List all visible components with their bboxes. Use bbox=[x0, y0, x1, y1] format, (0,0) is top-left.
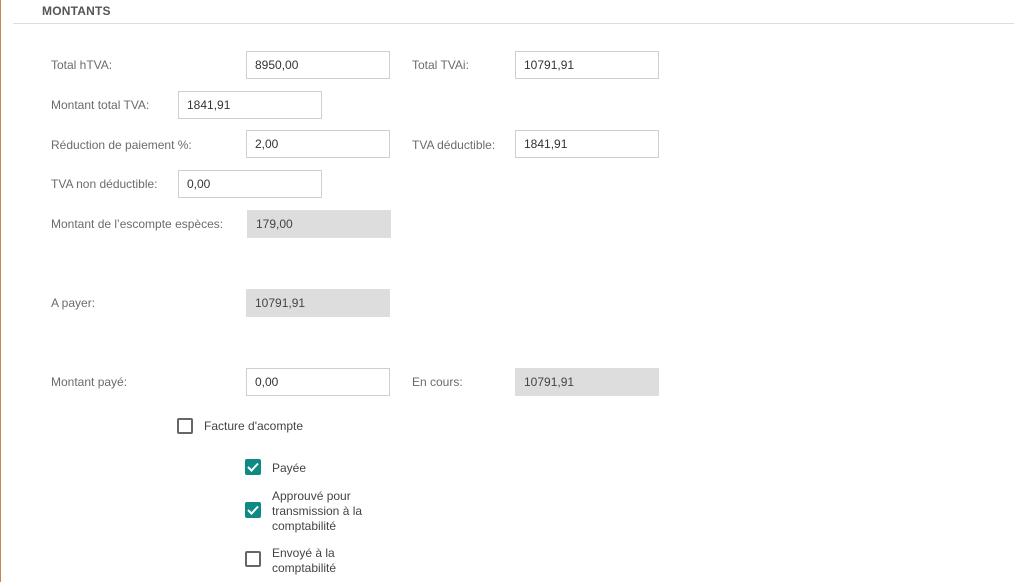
approuve-checkbox[interactable] bbox=[245, 502, 261, 518]
total-tvai-input[interactable] bbox=[515, 51, 659, 79]
total-htva-input[interactable] bbox=[246, 51, 390, 79]
envoye-label: Envoyé à la comptabilité bbox=[272, 546, 337, 575]
montant-total-tva-label: Montant total TVA: bbox=[51, 98, 150, 112]
total-htva-label: Total hTVA: bbox=[51, 58, 113, 72]
section-divider bbox=[13, 23, 1014, 24]
tva-non-deductible-label: TVA non déductible: bbox=[51, 177, 158, 191]
payee-label: Payée bbox=[272, 461, 307, 475]
escompte-especes-input bbox=[247, 210, 391, 238]
reduction-paiement-input[interactable] bbox=[246, 130, 390, 158]
montant-total-tva-input[interactable] bbox=[178, 91, 322, 119]
facture-acompte-checkbox[interactable] bbox=[177, 418, 193, 434]
facture-acompte-label: Facture d'acompte bbox=[204, 419, 304, 433]
montants-panel: MONTANTS Total hTVA: Total TVAi: Montant… bbox=[0, 0, 1014, 582]
tva-non-deductible-input[interactable] bbox=[178, 170, 322, 198]
en-cours-input bbox=[515, 368, 659, 396]
reduction-paiement-label: Réduction de paiement %: bbox=[51, 138, 192, 152]
tva-deductible-label: TVA déductible: bbox=[412, 138, 496, 152]
total-tvai-label: Total TVAi: bbox=[412, 58, 469, 72]
montant-paye-label: Montant payé: bbox=[51, 375, 128, 389]
a-payer-input bbox=[246, 289, 390, 317]
payee-checkbox[interactable] bbox=[245, 459, 261, 475]
montant-paye-input[interactable] bbox=[246, 368, 390, 396]
section-title: MONTANTS bbox=[42, 4, 111, 18]
envoye-checkbox[interactable] bbox=[245, 551, 261, 567]
checkmark-icon bbox=[247, 505, 259, 515]
escompte-especes-label: Montant de l’escompte espèces: bbox=[51, 217, 224, 231]
tva-deductible-input[interactable] bbox=[515, 130, 659, 158]
a-payer-label: A payer: bbox=[51, 296, 96, 310]
approuve-label: Approuvé pour transmission à la comptabi… bbox=[272, 489, 363, 533]
en-cours-label: En cours: bbox=[412, 375, 463, 389]
checkmark-icon bbox=[247, 462, 259, 472]
